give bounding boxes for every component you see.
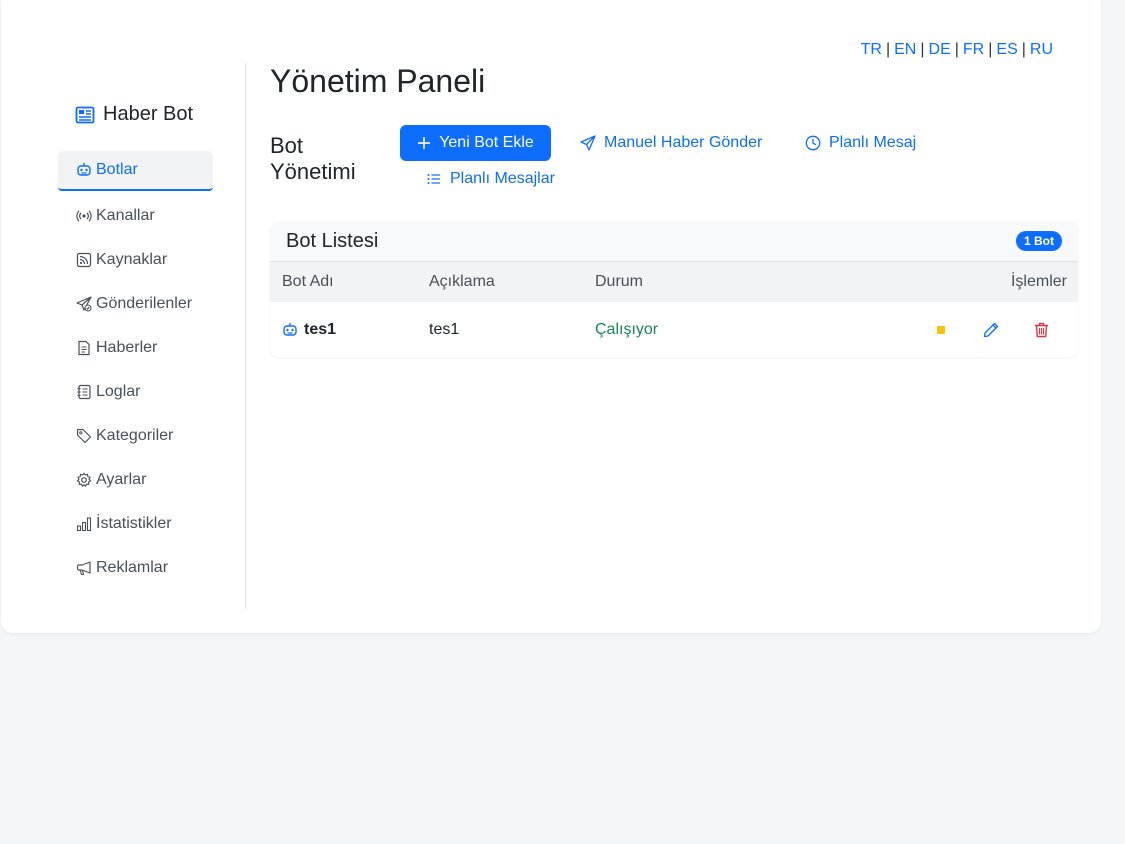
lang-en[interactable]: EN (894, 41, 916, 58)
sidebar-item-label: Kategoriler (96, 427, 174, 444)
rss-icon (76, 252, 92, 268)
lang-fr[interactable]: FR (963, 41, 984, 58)
sidebar-item-haberler[interactable]: Haberler (58, 328, 213, 368)
column-header-description: Açıklama (429, 273, 495, 290)
app-card: TR | EN | DE | FR | ES | RU Haber Bot Botlar (1, 0, 1101, 633)
robot-icon (77, 163, 91, 176)
bot-description: tes1 (429, 320, 460, 338)
sidebar-item-botlar[interactable]: Botlar (58, 151, 213, 191)
sidebar-item-label: Kaynaklar (96, 251, 168, 268)
sidebar-item-kanallar[interactable]: Kanallar (58, 196, 213, 236)
bot-name-cell: tes1 (282, 321, 336, 339)
sidebar-item-label: Haberler (96, 339, 158, 356)
scheduled-messages-button[interactable]: Planlı Mesajlar (426, 170, 555, 188)
add-bot-label: Yeni Bot Ekle (439, 134, 534, 151)
column-header-name: Bot Adı (282, 273, 334, 290)
sidebar-item-kategoriler[interactable]: Kategoriler (58, 416, 213, 456)
bot-count-badge: 1 Bot (1016, 231, 1062, 251)
sidebar-item-gonderilenler[interactable]: Gönderilenler (58, 284, 213, 324)
scheduled-message-button[interactable]: Planlı Mesaj (805, 134, 916, 152)
sidebar-item-label: Kanallar (96, 207, 155, 224)
brand: Haber Bot (75, 103, 193, 126)
lang-de[interactable]: DE (929, 41, 951, 58)
edit-bot-button[interactable] (983, 322, 999, 338)
newspaper-icon (75, 106, 95, 123)
bot-list-header: Bot Listesi 1 Bot (270, 221, 1078, 262)
table-row: tes1 tes1 Çalışıyor (270, 302, 1078, 357)
stop-bot-button[interactable] (936, 325, 946, 335)
sidebar-item-label: Gönderilenler (96, 295, 193, 312)
sidebar-item-ayarlar[interactable]: Ayarlar (58, 460, 213, 500)
send-check-icon (76, 296, 92, 312)
lang-tr[interactable]: TR (861, 41, 882, 58)
bot-name: tes1 (304, 320, 337, 338)
table-header: Bot Adı Açıklama Durum İşlemler (270, 262, 1078, 302)
broadcast-icon (76, 210, 92, 222)
sidebar: Haber Bot Botlar Kanallar Kaynaklar Gönd… (57, 63, 246, 609)
sidebar-item-label: Loglar (96, 383, 141, 400)
add-bot-button[interactable]: Yeni Bot Ekle (400, 125, 551, 161)
bot-list-panel: Bot Listesi 1 Bot Bot Adı Açıklama Durum… (270, 221, 1078, 357)
megaphone-icon (76, 561, 91, 576)
robot-icon (283, 322, 297, 336)
manual-news-button[interactable]: Manuel Haber Gönder (580, 134, 762, 152)
bot-status: Çalışıyor (595, 320, 659, 338)
column-header-actions: İşlemler (1010, 273, 1067, 290)
section-title: Bot Yönetimi (270, 133, 356, 184)
sidebar-item-istatistikler[interactable]: İstatistikler (58, 504, 213, 544)
lang-ru[interactable]: RU (1030, 41, 1053, 58)
sidebar-item-loglar[interactable]: Loglar (58, 372, 213, 412)
scheduled-messages-label: Planlı Mesajlar (450, 170, 555, 187)
bar-chart-icon (76, 517, 92, 532)
brand-title: Haber Bot (103, 103, 194, 125)
plus-icon (418, 137, 431, 149)
pencil-icon (983, 322, 999, 337)
column-header-status: Durum (595, 273, 644, 290)
stop-icon (937, 325, 945, 334)
tags-icon (76, 428, 92, 444)
scheduled-message-label: Planlı Mesaj (829, 134, 917, 151)
sidebar-item-label: İstatistikler (96, 515, 172, 532)
sidebar-item-kaynaklar[interactable]: Kaynaklar (58, 240, 213, 280)
send-icon (580, 135, 596, 151)
sidebar-item-reklamlar[interactable]: Reklamlar (58, 548, 213, 588)
manual-news-label: Manuel Haber Gönder (604, 134, 763, 151)
gear-icon (76, 472, 92, 487)
sidebar-item-label: Reklamlar (96, 559, 169, 576)
page-title: Yönetim Paneli (270, 63, 486, 99)
file-text-icon (78, 340, 90, 356)
lang-es[interactable]: ES (996, 41, 1017, 58)
bot-list-title: Bot Listesi (286, 229, 379, 252)
clock-icon (805, 135, 821, 151)
delete-bot-button[interactable] (1034, 322, 1049, 338)
trash-icon (1035, 322, 1048, 337)
journal-icon (77, 384, 91, 400)
sidebar-item-label: Ayarlar (96, 471, 147, 488)
language-switcher: TR | EN | DE | FR | ES | RU (860, 41, 1053, 58)
list-icon (427, 174, 440, 184)
sidebar-item-label: Botlar (96, 161, 138, 178)
